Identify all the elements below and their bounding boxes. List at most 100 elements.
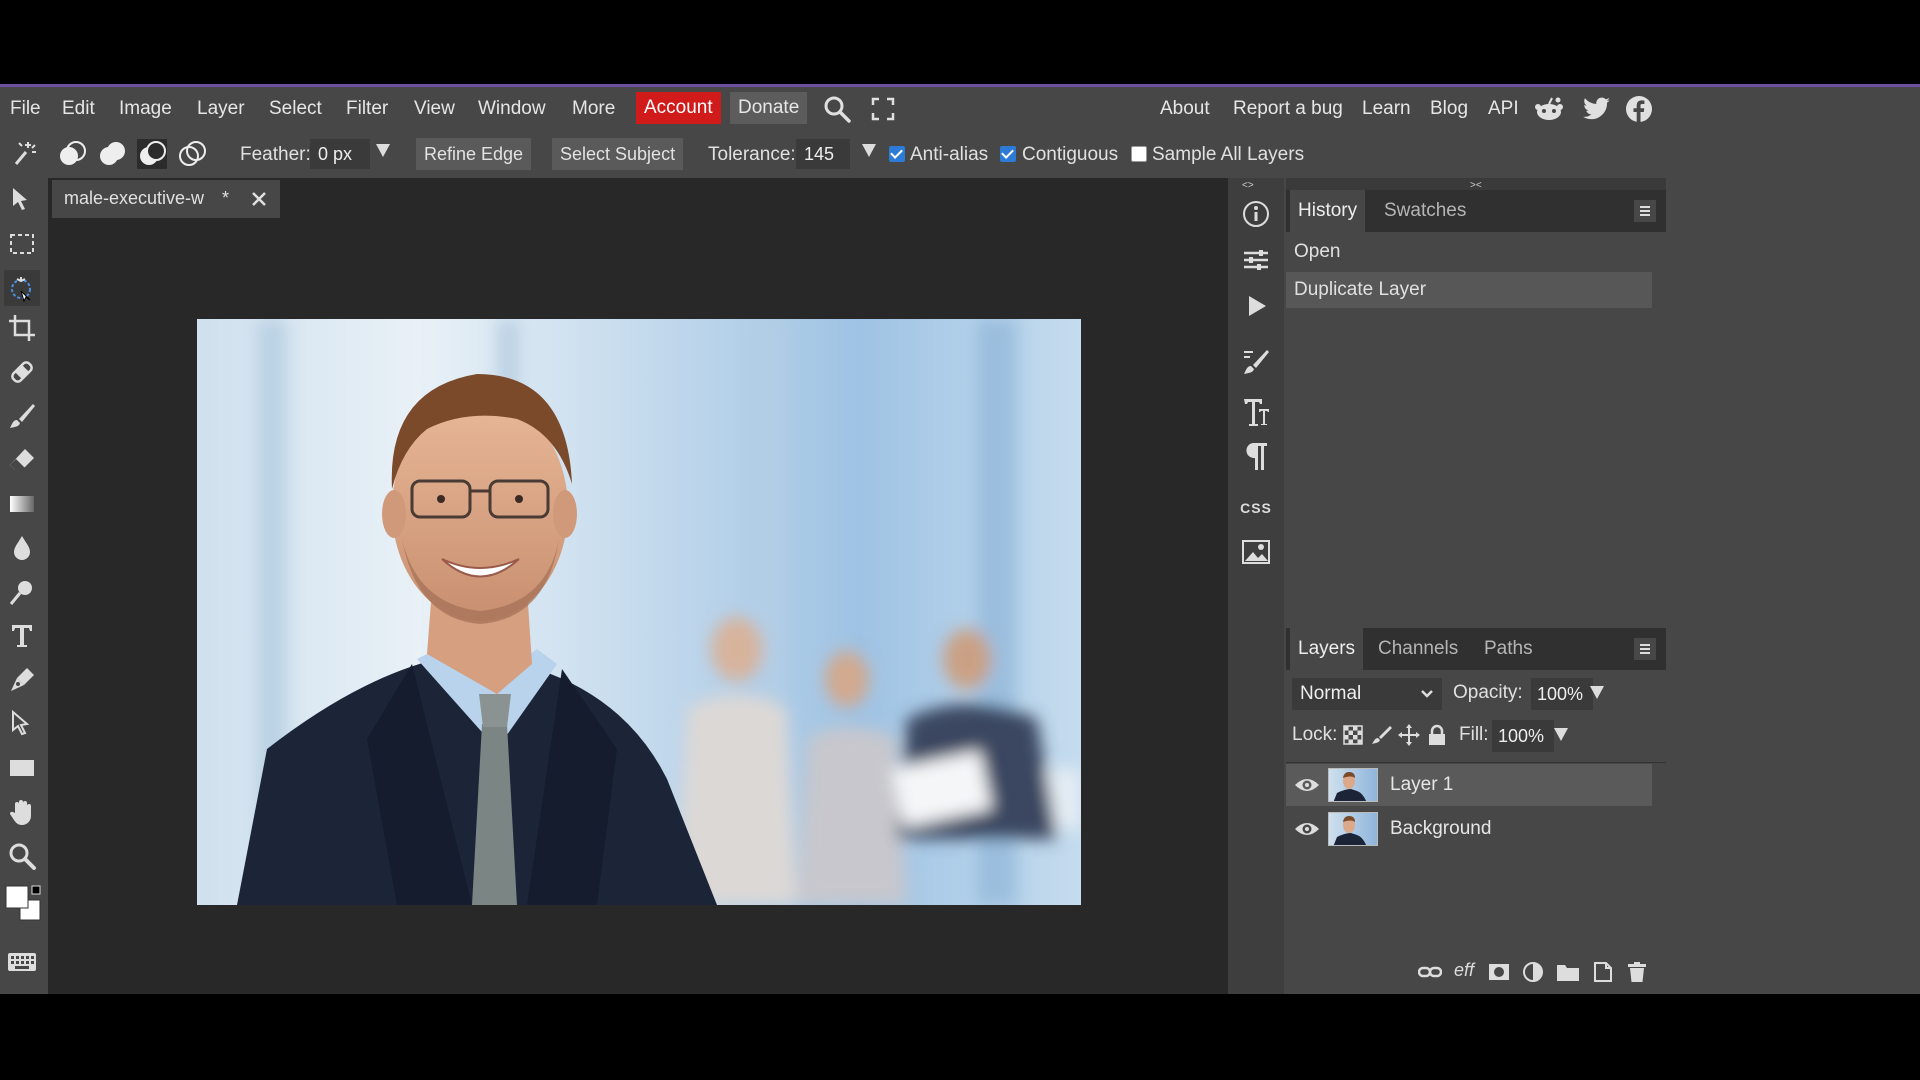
- path-select-tool-icon[interactable]: [4, 706, 40, 742]
- fill-dropdown-icon[interactable]: [1554, 728, 1568, 741]
- close-document-icon[interactable]: [250, 190, 268, 208]
- menu-view[interactable]: View: [410, 95, 459, 123]
- new-layer-icon[interactable]: [1592, 961, 1614, 988]
- menu-filter[interactable]: Filter: [342, 95, 392, 123]
- play-actions-icon[interactable]: [1232, 286, 1280, 326]
- brush-settings-icon[interactable]: [1232, 342, 1280, 382]
- tab-paths[interactable]: Paths: [1476, 628, 1541, 670]
- marquee-tool-icon[interactable]: [4, 226, 40, 262]
- facebook-icon[interactable]: [1622, 93, 1656, 125]
- lock-transparency-icon[interactable]: [1342, 724, 1366, 748]
- modified-marker: *: [222, 188, 230, 208]
- refine-edge-button[interactable]: Refine Edge: [416, 138, 532, 170]
- history-entry-open[interactable]: Open: [1286, 234, 1652, 270]
- layers-panel: Normal Opacity: 100% Lock: Fill: 100% La…: [1286, 670, 1666, 994]
- link-blog[interactable]: Blog: [1426, 95, 1472, 123]
- paint-bucket-drop-icon[interactable]: [4, 530, 40, 566]
- brush-tool-icon[interactable]: [4, 398, 40, 434]
- anti-alias-checkbox[interactable]: [889, 146, 905, 162]
- account-button[interactable]: Account: [636, 92, 721, 124]
- intersect-selection-icon[interactable]: [176, 138, 208, 170]
- layer-effects-icon[interactable]: eff: [1454, 960, 1474, 981]
- lock-position-move-icon[interactable]: [1398, 724, 1422, 748]
- image-icon[interactable]: [1232, 532, 1280, 572]
- menu-window[interactable]: Window: [474, 95, 550, 123]
- info-icon[interactable]: [1232, 194, 1280, 234]
- feather-dropdown-icon[interactable]: [376, 144, 390, 157]
- zoom-tool-icon[interactable]: [4, 838, 40, 874]
- fullscreen-icon[interactable]: [866, 93, 900, 125]
- type-tool-icon[interactable]: [4, 618, 40, 654]
- opacity-input[interactable]: 100%: [1531, 678, 1593, 710]
- opacity-dropdown-icon[interactable]: [1590, 686, 1604, 699]
- layer-row-layer-1[interactable]: Layer 1: [1286, 764, 1652, 806]
- tolerance-dropdown-icon[interactable]: [862, 144, 876, 157]
- new-selection-icon[interactable]: [56, 138, 88, 170]
- layer-mask-icon[interactable]: [1488, 962, 1510, 987]
- adjustments-icon[interactable]: [1232, 240, 1280, 280]
- collapse-arrows-icon[interactable]: <>: [1242, 180, 1254, 191]
- fill-input[interactable]: 100%: [1492, 720, 1554, 752]
- blend-mode-select[interactable]: Normal: [1292, 678, 1442, 710]
- character-icon[interactable]: [1232, 392, 1280, 432]
- adjustment-layer-icon[interactable]: [1522, 961, 1544, 988]
- healing-tool-icon[interactable]: [4, 354, 40, 390]
- tab-swatches[interactable]: Swatches: [1376, 190, 1474, 232]
- tab-layers[interactable]: Layers: [1290, 628, 1364, 670]
- twitter-icon[interactable]: [1580, 93, 1614, 125]
- magic-wand-tool-icon[interactable]: [4, 270, 40, 306]
- eraser-tool-icon[interactable]: [4, 442, 40, 478]
- feather-input[interactable]: 0 px: [310, 139, 370, 169]
- link-report-bug[interactable]: Report a bug: [1229, 95, 1347, 123]
- history-entry-duplicate-layer[interactable]: Duplicate Layer: [1286, 272, 1652, 308]
- select-subject-button[interactable]: Select Subject: [552, 138, 684, 170]
- css-icon[interactable]: CSS: [1232, 488, 1280, 528]
- add-selection-icon[interactable]: [96, 138, 128, 170]
- sample-all-layers-checkbox[interactable]: [1131, 146, 1147, 162]
- visibility-eye-icon[interactable]: [1294, 775, 1320, 800]
- keyboard-icon[interactable]: [4, 944, 40, 980]
- menu-more[interactable]: More: [568, 95, 619, 123]
- donate-button[interactable]: Donate: [730, 92, 808, 124]
- tolerance-label: Tolerance:: [708, 144, 796, 165]
- css-label: CSS: [1240, 500, 1272, 516]
- crop-tool-icon[interactable]: [4, 310, 40, 346]
- search-icon[interactable]: [820, 93, 854, 125]
- link-learn[interactable]: Learn: [1358, 95, 1415, 123]
- tolerance-input[interactable]: 145: [796, 139, 850, 169]
- layer-row-background[interactable]: Background: [1286, 808, 1652, 850]
- reddit-icon[interactable]: [1532, 93, 1566, 125]
- document-tab-title: male-executive-w: [64, 188, 205, 208]
- hand-tool-icon[interactable]: [4, 794, 40, 830]
- link-layers-icon[interactable]: [1417, 962, 1443, 987]
- rectangle-tool-icon[interactable]: [4, 750, 40, 786]
- opacity-label: Opacity:: [1453, 682, 1523, 703]
- menu-select[interactable]: Select: [265, 95, 326, 123]
- delete-layer-trash-icon[interactable]: [1626, 961, 1648, 988]
- move-tool-icon[interactable]: [4, 182, 40, 218]
- lock-all-icon[interactable]: [1426, 724, 1450, 748]
- link-api[interactable]: API: [1484, 95, 1523, 123]
- tab-channels[interactable]: Channels: [1370, 628, 1466, 670]
- paragraph-icon[interactable]: [1232, 436, 1280, 476]
- link-about[interactable]: About: [1156, 95, 1214, 123]
- image-canvas[interactable]: [197, 319, 1081, 905]
- document-tab[interactable]: male-executive-w *: [52, 180, 280, 218]
- contiguous-checkbox[interactable]: [1000, 146, 1016, 162]
- new-folder-icon[interactable]: [1556, 962, 1580, 987]
- pen-tool-icon[interactable]: [4, 662, 40, 698]
- color-swatches-icon[interactable]: [4, 884, 44, 928]
- menu-layer[interactable]: Layer: [193, 95, 249, 123]
- gradient-tool-icon[interactable]: [4, 486, 40, 522]
- subtract-selection-icon[interactable]: [136, 138, 168, 170]
- menu-image[interactable]: Image: [115, 95, 176, 123]
- visibility-eye-icon[interactable]: [1294, 819, 1320, 844]
- history-menu-icon[interactable]: [1634, 200, 1656, 222]
- layers-menu-icon[interactable]: [1634, 638, 1656, 660]
- dodge-tool-icon[interactable]: [4, 574, 40, 610]
- lock-pixels-brush-icon[interactable]: [1370, 724, 1394, 748]
- tab-history[interactable]: History: [1290, 190, 1366, 232]
- layers-panel-tabs: Layers Channels Paths: [1286, 628, 1666, 670]
- menu-edit[interactable]: Edit: [58, 95, 99, 123]
- menu-file[interactable]: File: [6, 95, 45, 123]
